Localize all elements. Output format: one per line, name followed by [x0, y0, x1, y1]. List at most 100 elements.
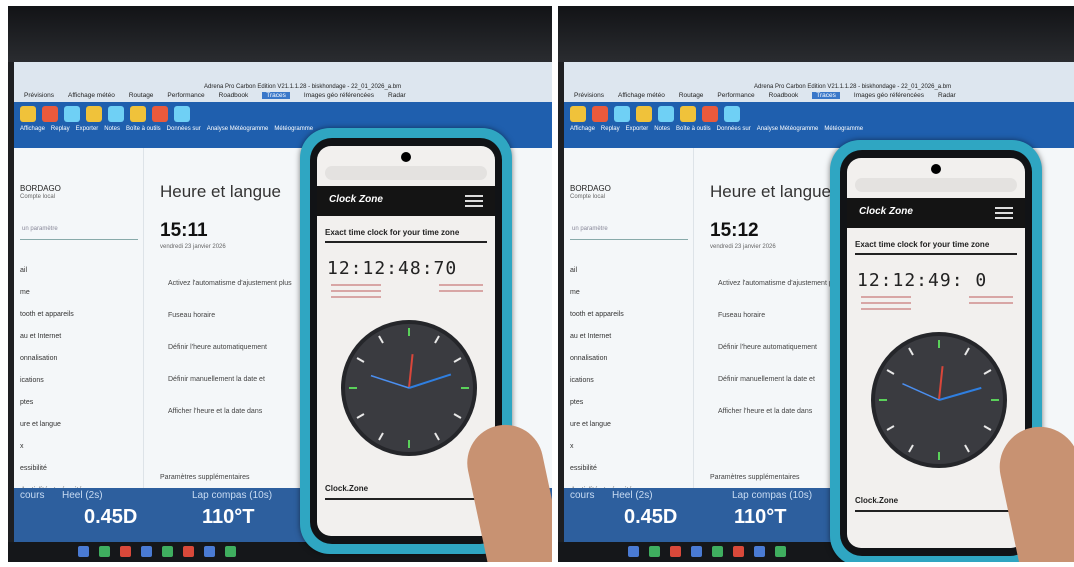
- replay-icon[interactable]: [42, 106, 58, 122]
- clock-zone-logo[interactable]: Clock Zone: [329, 194, 383, 205]
- start-icon[interactable]: [628, 546, 639, 557]
- photos-icon[interactable]: [225, 546, 236, 557]
- nav-item-home[interactable]: me: [570, 282, 632, 304]
- files-icon[interactable]: [162, 546, 173, 557]
- nav-item-time-language[interactable]: ure et langue: [20, 414, 82, 436]
- settings-search-input[interactable]: un paramètre: [20, 226, 138, 240]
- menu-tab-images-geo[interactable]: Images géo référencées: [304, 92, 374, 99]
- ribbon-label-affichage[interactable]: Affichage: [570, 126, 595, 132]
- analysis-icon[interactable]: [152, 106, 168, 122]
- export-icon[interactable]: [614, 106, 630, 122]
- notes-icon[interactable]: [86, 106, 102, 122]
- setting-auto-adjust[interactable]: Activez l'automatisme d'ajustement plus: [718, 268, 842, 300]
- nav-item-personalization[interactable]: onnalisation: [570, 348, 632, 370]
- nav-item-gaming[interactable]: x: [570, 436, 632, 458]
- menu-icon[interactable]: [465, 195, 483, 207]
- ribbon-label-exporter[interactable]: Exporter: [76, 126, 99, 132]
- ribbon-label-donnees[interactable]: Données sur: [717, 126, 751, 132]
- menu-tab-affichage-meteo[interactable]: Affichage météo: [68, 92, 115, 99]
- replay-icon[interactable]: [592, 106, 608, 122]
- clock-zone-logo[interactable]: Clock Zone: [859, 206, 913, 217]
- meteogram-icon[interactable]: [724, 106, 740, 122]
- nav-item-bluetooth[interactable]: tooth et appareils: [20, 304, 82, 326]
- app-icon[interactable]: [670, 546, 681, 557]
- setting-time-zone[interactable]: Fuseau horaire: [718, 300, 842, 332]
- start-icon[interactable]: [78, 546, 89, 557]
- photos-icon[interactable]: [775, 546, 786, 557]
- nav-item-accounts[interactable]: ptes: [570, 392, 632, 414]
- store-icon[interactable]: [754, 546, 765, 557]
- nav-item-apps[interactable]: ications: [20, 370, 82, 392]
- ribbon-label-replay[interactable]: Replay: [51, 126, 70, 132]
- meteogram-icon[interactable]: [174, 106, 190, 122]
- ribbon-label-boite-outils[interactable]: Boîte à outils: [676, 126, 711, 132]
- setting-show-time-tray[interactable]: Afficher l'heure et la date dans: [718, 396, 842, 428]
- export-icon[interactable]: [64, 106, 80, 122]
- menu-tab-performance[interactable]: Performance: [717, 92, 754, 99]
- app-icon[interactable]: [120, 546, 131, 557]
- menu-tab-routage[interactable]: Routage: [129, 92, 154, 99]
- setting-show-time-tray[interactable]: Afficher l'heure et la date dans: [168, 396, 292, 428]
- chrome-icon[interactable]: [183, 546, 194, 557]
- browser-url-bar[interactable]: [325, 166, 487, 180]
- setting-set-time-manual[interactable]: Définir manuellement la date et: [718, 364, 842, 396]
- nav-item-personalization[interactable]: onnalisation: [20, 348, 82, 370]
- chat-icon[interactable]: [99, 546, 110, 557]
- browser-url-bar[interactable]: [855, 178, 1017, 192]
- nav-item-accounts[interactable]: ptes: [20, 392, 82, 414]
- menu-tab-performance[interactable]: Performance: [167, 92, 204, 99]
- menu-tab-previsions[interactable]: Prévisions: [24, 92, 54, 99]
- notes-icon[interactable]: [636, 106, 652, 122]
- chrome-icon[interactable]: [733, 546, 744, 557]
- setting-set-time-manual[interactable]: Définir manuellement la date et: [168, 364, 292, 396]
- toolbox-icon[interactable]: [108, 106, 124, 122]
- menu-icon[interactable]: [995, 207, 1013, 219]
- ribbon-label-replay[interactable]: Replay: [601, 126, 620, 132]
- data-icon[interactable]: [680, 106, 696, 122]
- ribbon-label-exporter[interactable]: Exporter: [626, 126, 649, 132]
- nav-item-system[interactable]: ail: [20, 260, 82, 282]
- ribbon-label-analyse[interactable]: Analyse Météogramme: [207, 126, 269, 132]
- settings-search-input[interactable]: un paramètre: [570, 226, 688, 240]
- menu-tab-images-geo[interactable]: Images géo référencées: [854, 92, 924, 99]
- ribbon-label-meteogramme[interactable]: Météogramme: [274, 126, 313, 132]
- files-icon[interactable]: [712, 546, 723, 557]
- ribbon-label-meteogramme[interactable]: Météogramme: [824, 126, 863, 132]
- ribbon-label-analyse[interactable]: Analyse Météogramme: [757, 126, 819, 132]
- menu-tab-radar[interactable]: Radar: [388, 92, 406, 99]
- menu-tab-previsions[interactable]: Prévisions: [574, 92, 604, 99]
- toolbox-icon[interactable]: [658, 106, 674, 122]
- display-icon[interactable]: [570, 106, 586, 122]
- nav-item-accessibility[interactable]: essibilité: [570, 458, 632, 480]
- browser-icon[interactable]: [141, 546, 152, 557]
- menu-tab-affichage-meteo[interactable]: Affichage météo: [618, 92, 665, 99]
- menu-tab-traces[interactable]: Traces: [812, 92, 840, 99]
- setting-time-zone[interactable]: Fuseau horaire: [168, 300, 292, 332]
- menu-tab-routage[interactable]: Routage: [679, 92, 704, 99]
- display-icon[interactable]: [20, 106, 36, 122]
- nav-item-network[interactable]: au et Internet: [570, 326, 632, 348]
- menu-tab-traces[interactable]: Traces: [262, 92, 290, 99]
- nav-item-home[interactable]: me: [20, 282, 82, 304]
- nav-item-network[interactable]: au et Internet: [20, 326, 82, 348]
- setting-set-time-auto[interactable]: Définir l'heure automatiquement: [168, 332, 292, 364]
- store-icon[interactable]: [204, 546, 215, 557]
- nav-item-bluetooth[interactable]: tooth et appareils: [570, 304, 632, 326]
- menu-tab-roadbook[interactable]: Roadbook: [769, 92, 799, 99]
- ribbon-label-donnees[interactable]: Données sur: [167, 126, 201, 132]
- ribbon-label-affichage[interactable]: Affichage: [20, 126, 45, 132]
- ribbon-label-boite-outils[interactable]: Boîte à outils: [126, 126, 161, 132]
- browser-icon[interactable]: [691, 546, 702, 557]
- menu-tab-roadbook[interactable]: Roadbook: [219, 92, 249, 99]
- data-icon[interactable]: [130, 106, 146, 122]
- chat-icon[interactable]: [649, 546, 660, 557]
- menu-tab-radar[interactable]: Radar: [938, 92, 956, 99]
- analysis-icon[interactable]: [702, 106, 718, 122]
- nav-item-system[interactable]: ail: [570, 260, 632, 282]
- nav-item-time-language[interactable]: ure et langue: [570, 414, 632, 436]
- nav-item-apps[interactable]: ications: [570, 370, 632, 392]
- ribbon-label-notes[interactable]: Notes: [104, 126, 120, 132]
- nav-item-accessibility[interactable]: essibilité: [20, 458, 82, 480]
- nav-item-gaming[interactable]: x: [20, 436, 82, 458]
- ribbon-label-notes[interactable]: Notes: [654, 126, 670, 132]
